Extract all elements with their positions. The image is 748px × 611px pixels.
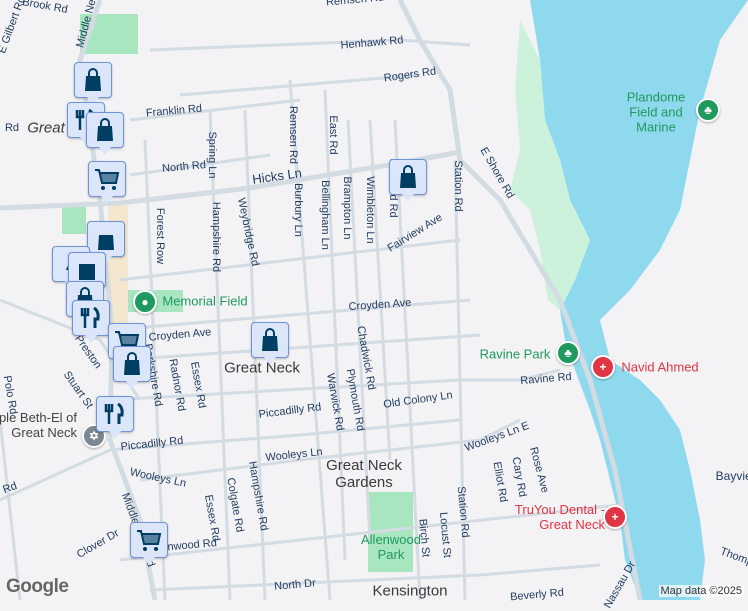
- street-label: Spring Ln: [206, 131, 218, 179]
- street-label: Wimbleton Ln: [364, 176, 376, 244]
- fork-knife-icon: [104, 402, 124, 424]
- shopping-bag-icon: [97, 118, 113, 141]
- shopping-bag-marker[interactable]: [86, 112, 124, 155]
- street-label: Hampshire Rd: [210, 201, 222, 273]
- street-label: Remsen Rd: [287, 105, 299, 165]
- plandome-field-label[interactable]: Plandome Field and Marine: [611, 90, 701, 135]
- google-logo[interactable]: Google: [6, 576, 69, 598]
- street-label: Rd: [4, 122, 20, 134]
- street-label: Station Rd: [452, 160, 464, 212]
- shopping-bag-marker[interactable]: [389, 159, 427, 202]
- navid-ahmed-label[interactable]: Navid Ahmed: [621, 360, 698, 375]
- map-data-credit[interactable]: Map data ©2025: [658, 585, 744, 597]
- shopping-bag-marker[interactable]: [74, 62, 112, 105]
- park-area: [62, 204, 86, 234]
- park-pin-icon[interactable]: ●: [133, 290, 157, 314]
- store-icon: [79, 264, 95, 280]
- street-label: Forest Row: [154, 207, 166, 265]
- grocery-cart-marker[interactable]: [130, 522, 168, 565]
- tree-icon[interactable]: ♣: [696, 98, 720, 122]
- shopping-bag-icon: [98, 235, 114, 250]
- shopping-bag-icon: [124, 352, 140, 375]
- memorial-field-label[interactable]: Memorial Field: [162, 294, 247, 309]
- fork-knife-icon: [80, 306, 100, 328]
- truyou-dental-label[interactable]: TruYou Dental - Great Neck: [505, 502, 605, 532]
- tree-icon[interactable]: ♣: [556, 341, 580, 365]
- shopping-bag-marker[interactable]: [113, 346, 151, 389]
- shopping-cart-icon: [95, 169, 120, 190]
- grocery-cart-marker[interactable]: [88, 161, 126, 204]
- place-label-great-neck-gardens: Great Neck Gardens: [326, 457, 402, 491]
- shopping-cart-icon: [137, 530, 162, 551]
- street-label: Bayview: [715, 469, 748, 483]
- hospital-icon[interactable]: +: [591, 355, 615, 379]
- place-label-kensington: Kensington: [372, 582, 448, 600]
- place-label-great: Great: [27, 119, 65, 137]
- street-label: Burbury Ln: [292, 183, 304, 237]
- restaurant-marker[interactable]: [72, 300, 110, 343]
- street-label: East Rd: [327, 115, 339, 155]
- allenwood-park-label[interactable]: Allenwood Park: [361, 532, 421, 562]
- shopping-bag-icon: [262, 328, 278, 351]
- shopping-bag-icon: [85, 68, 101, 91]
- street-label: Brampton Ln: [341, 176, 353, 240]
- place-label-great-neck: Great Neck: [224, 359, 300, 377]
- shopping-bag-marker[interactable]: [251, 322, 289, 365]
- street-label: Bellingham Ln: [319, 180, 331, 250]
- restaurant-marker[interactable]: [96, 396, 134, 439]
- hospital-icon[interactable]: +: [603, 505, 627, 529]
- shopping-bag-icon: [400, 165, 416, 188]
- ravine-park-label[interactable]: Ravine Park: [480, 347, 551, 362]
- temple-label[interactable]: Temple Beth-El of Great Neck: [0, 410, 77, 440]
